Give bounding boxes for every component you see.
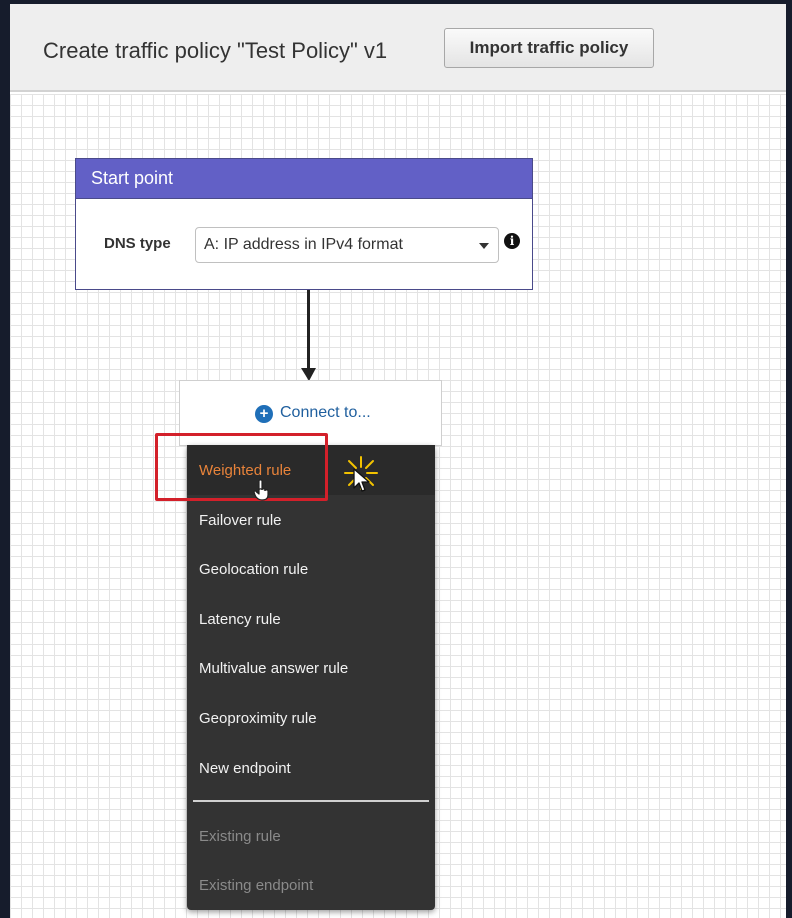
menu-item-multivalue-answer-rule[interactable]: Multivalue answer rule <box>187 643 435 693</box>
menu-item-failover-rule[interactable]: Failover rule <box>187 495 435 545</box>
caret-down-icon <box>479 243 489 249</box>
menu-item-geoproximity-rule[interactable]: Geoproximity rule <box>187 693 435 743</box>
menu-item-geolocation-rule[interactable]: Geolocation rule <box>187 544 435 594</box>
plus-circle-icon: + <box>255 405 273 423</box>
dns-type-label: DNS type <box>104 235 171 252</box>
policy-canvas[interactable]: Start point DNS type A: IP address in IP… <box>10 94 786 918</box>
menu-item-existing-rule: Existing rule <box>199 827 281 845</box>
menu-item-new-endpoint[interactable]: New endpoint <box>187 743 435 793</box>
connect-to-link[interactable]: Connect to... <box>280 404 371 422</box>
start-point-node: Start point DNS type A: IP address in IP… <box>75 158 533 290</box>
window-frame-left <box>0 0 10 918</box>
dns-type-select[interactable]: A: IP address in IPv4 format <box>195 227 499 263</box>
hand-pointer-icon <box>253 479 271 506</box>
dns-type-value: A: IP address in IPv4 format <box>204 236 403 253</box>
traffic-policy-editor: Create traffic policy "Test Policy" v1 I… <box>10 4 786 918</box>
menu-divider <box>193 800 429 802</box>
connector-line <box>307 290 310 370</box>
arrow-cursor-icon <box>353 468 371 499</box>
page-header: Create traffic policy "Test Policy" v1 I… <box>10 4 786 92</box>
connect-to-dropdown-menu: Weighted rule Failover rule Geolocation … <box>187 445 435 910</box>
menu-item-existing-endpoint: Existing endpoint <box>199 876 314 894</box>
info-icon[interactable]: i <box>504 233 520 249</box>
highlight-annotation <box>155 433 328 501</box>
menu-item-latency-rule[interactable]: Latency rule <box>187 594 435 644</box>
start-point-title: Start point <box>76 159 532 199</box>
page-title: Create traffic policy "Test Policy" v1 <box>43 38 388 63</box>
window-frame-right <box>786 0 792 918</box>
import-traffic-policy-button[interactable]: Import traffic policy <box>444 28 654 68</box>
